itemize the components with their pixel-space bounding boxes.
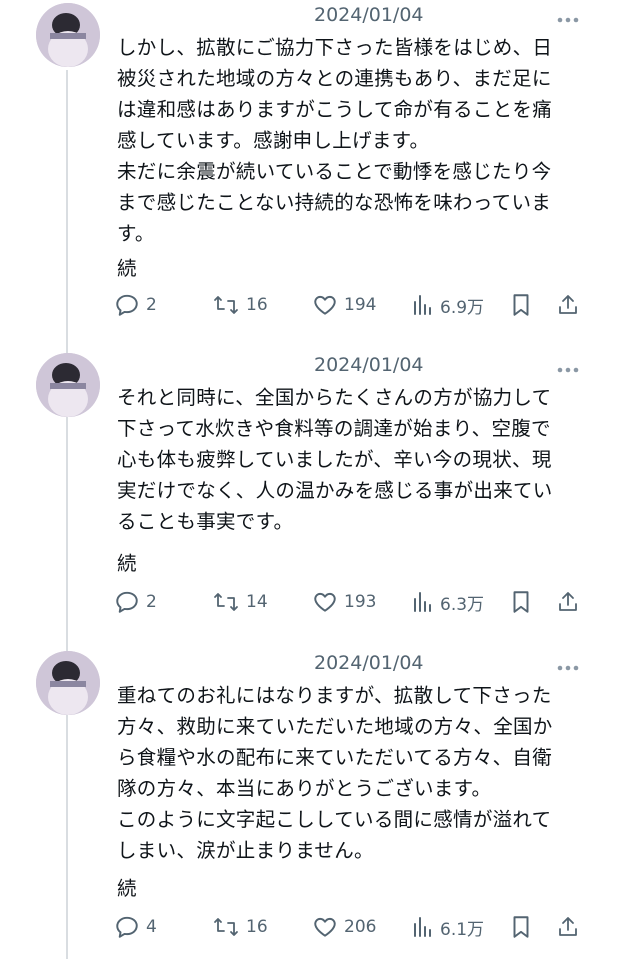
more-dots-icon[interactable] (556, 658, 580, 671)
like-button[interactable]: 194 (312, 290, 376, 320)
like-count: 194 (344, 295, 377, 315)
bar-chart-icon (414, 295, 431, 315)
speech-bubble-icon (116, 916, 138, 938)
bookmark-button[interactable] (510, 912, 532, 942)
retweet-count: 16 (246, 917, 268, 937)
speech-bubble-icon (116, 294, 138, 316)
reply-count: 4 (146, 917, 157, 937)
continued-label: 続 (117, 877, 137, 900)
retweet-button[interactable]: 14 (212, 587, 268, 617)
views-button[interactable]: 6.9万 (412, 290, 484, 320)
avatar[interactable] (36, 353, 100, 417)
tweet-actions: 2 14 193 6.3万 (0, 587, 620, 617)
tweet-actions: 4 16 206 6.1万 (0, 912, 620, 942)
reply-button[interactable]: 2 (114, 290, 157, 320)
retweet-button[interactable]: 16 (212, 912, 268, 942)
reply-count: 2 (146, 592, 157, 612)
tweet-date: 2024/01/04 (314, 4, 424, 26)
tweet-actions: 2 16 194 6.9万 (0, 290, 620, 320)
retweet-arrows-icon (214, 918, 238, 936)
share-button[interactable] (556, 290, 580, 320)
reply-count: 2 (146, 295, 157, 315)
tweet: 2024/01/04 重ねてのお礼にはなりますが、拡散して下さった 方々、救助に… (0, 650, 620, 950)
more-dots-icon[interactable] (556, 10, 580, 23)
speech-bubble-icon (116, 591, 138, 613)
views-button[interactable]: 6.1万 (412, 912, 484, 942)
bookmark-button[interactable] (510, 587, 532, 617)
bookmark-icon (513, 591, 529, 613)
tweet-text: しかし、拡散にご協力下さった皆様をはじめ、日 被災された地域の方々との連携もあり… (117, 36, 553, 245)
tweet-date: 2024/01/04 (314, 652, 424, 674)
retweet-arrows-icon (214, 593, 238, 611)
tweet-text: それと同時に、全国からたくさんの方が協力して 下さって水炊きや食料等の調達が始ま… (117, 386, 553, 533)
bookmark-icon (513, 916, 529, 938)
continued-label: 続 (117, 552, 137, 575)
bar-chart-icon (414, 917, 431, 937)
retweet-arrows-icon (214, 296, 238, 314)
retweet-button[interactable]: 16 (212, 290, 268, 320)
like-count: 206 (344, 917, 377, 937)
views-count: 6.9万 (440, 297, 485, 318)
bookmark-icon (513, 294, 529, 316)
retweet-count: 16 (246, 295, 268, 315)
tweet-text: 重ねてのお礼にはなりますが、拡散して下さった 方々、救助に来ていただいた地域の方… (117, 684, 553, 862)
share-button[interactable] (556, 587, 580, 617)
bar-chart-icon (414, 592, 431, 612)
heart-icon (314, 295, 336, 315)
reply-button[interactable]: 2 (114, 587, 157, 617)
share-button[interactable] (556, 912, 580, 942)
like-count: 193 (344, 592, 377, 612)
views-count: 6.3万 (440, 594, 485, 615)
views-button[interactable]: 6.3万 (412, 587, 484, 617)
tweet: 2024/01/04 それと同時に、全国からたくさんの方が協力して 下さって水炊… (0, 352, 620, 632)
heart-icon (314, 917, 336, 937)
share-upload-icon (559, 592, 577, 611)
share-upload-icon (559, 917, 577, 936)
heart-icon (314, 592, 336, 612)
tweet: 2024/01/04 しかし、拡散にご協力下さった皆様をはじめ、日 被災された地… (0, 2, 620, 332)
avatar[interactable] (36, 3, 100, 67)
bookmark-button[interactable] (510, 290, 532, 320)
tweet-date: 2024/01/04 (314, 354, 424, 376)
continued-label: 続 (117, 257, 137, 280)
avatar[interactable] (36, 651, 100, 715)
like-button[interactable]: 193 (312, 587, 376, 617)
more-dots-icon[interactable] (556, 360, 580, 373)
share-upload-icon (559, 295, 577, 314)
like-button[interactable]: 206 (312, 912, 376, 942)
views-count: 6.1万 (440, 919, 485, 940)
retweet-count: 14 (246, 592, 268, 612)
reply-button[interactable]: 4 (114, 912, 157, 942)
